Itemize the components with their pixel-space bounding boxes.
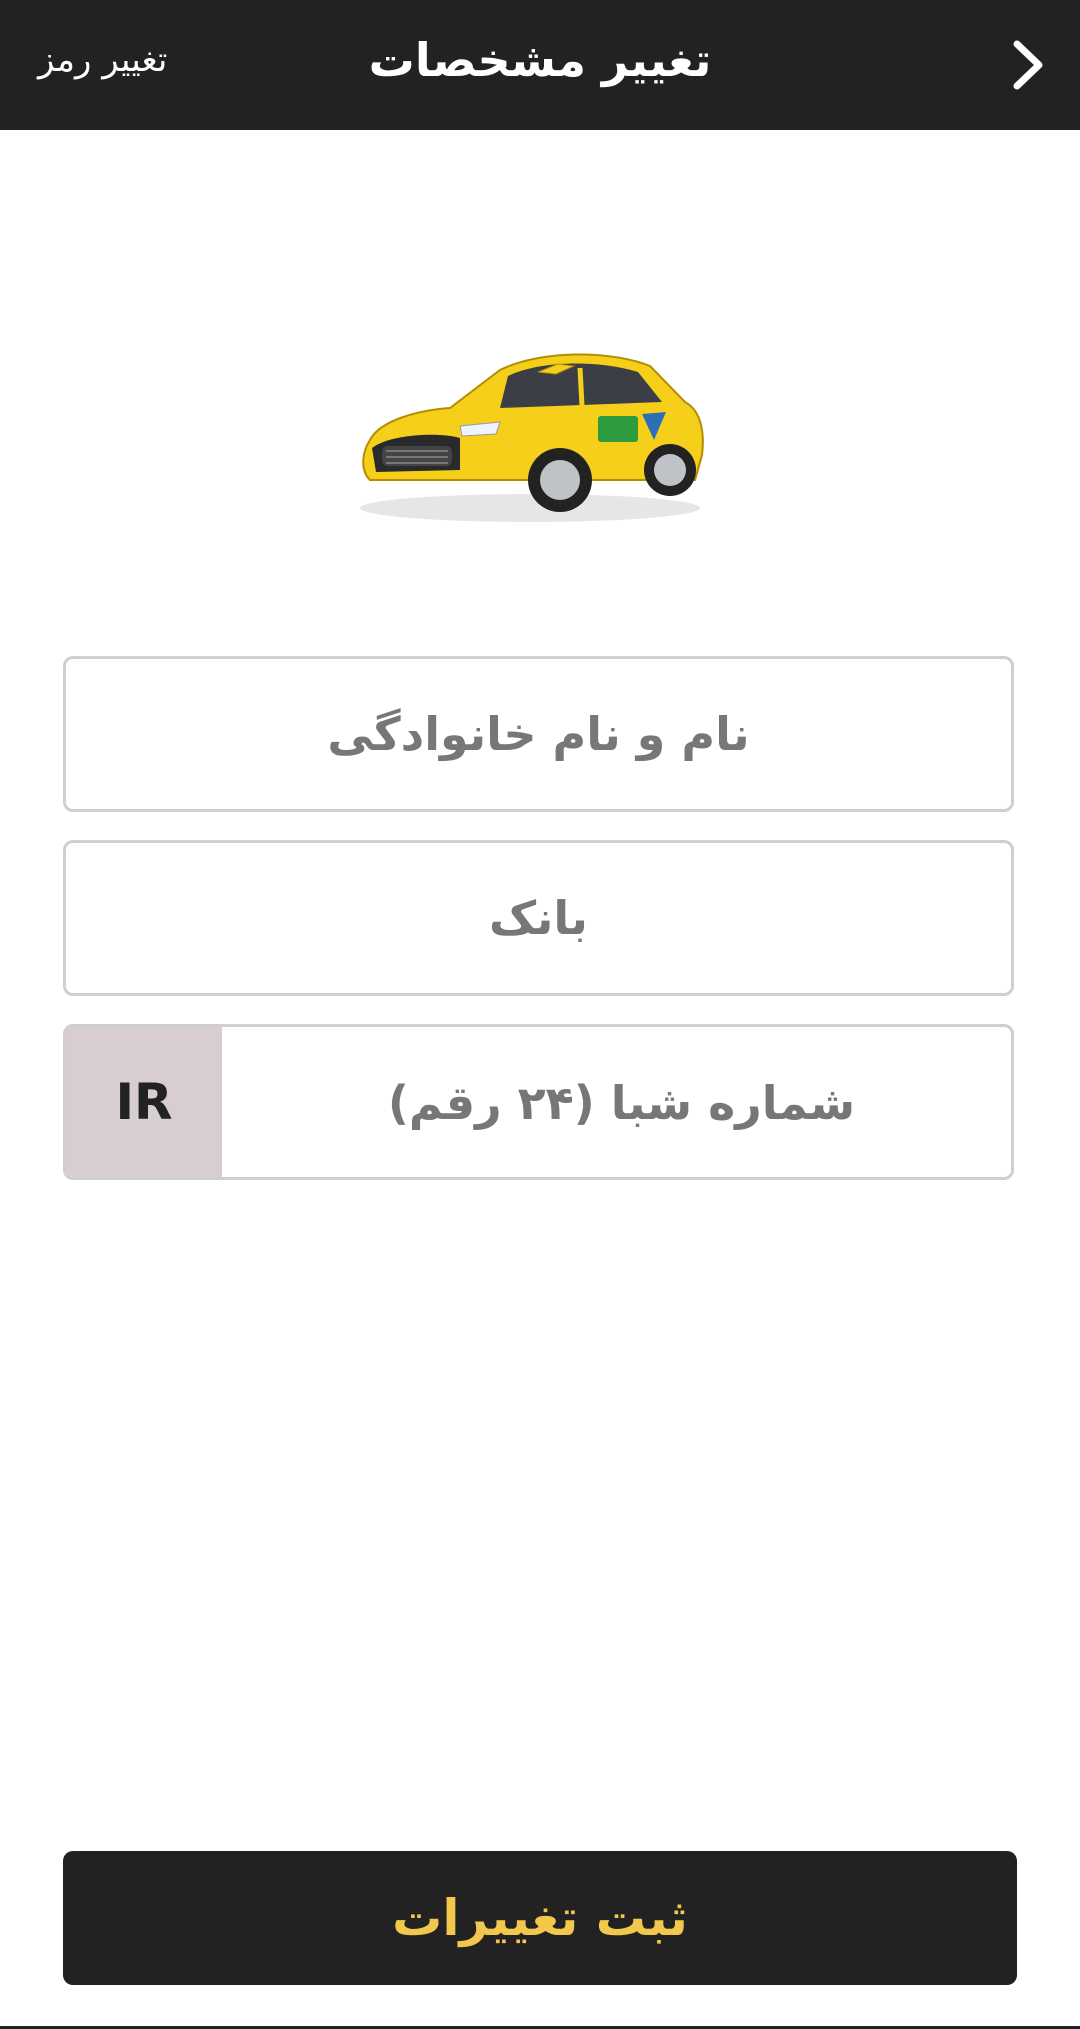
back-button[interactable] (998, 30, 1058, 100)
submit-changes-button[interactable]: ثبت تغییرات (63, 1851, 1017, 1985)
full-name-input[interactable] (66, 659, 1011, 809)
sheba-input[interactable] (222, 1027, 1011, 1177)
taxi-car-image (350, 330, 710, 530)
page-title: تغییر مشخصات (368, 33, 712, 87)
bank-field (63, 840, 1014, 996)
sheba-prefix: IR (66, 1027, 222, 1177)
chevron-right-icon (1013, 40, 1043, 90)
app-header: تغییر رمز تغییر مشخصات (0, 0, 1080, 130)
bank-input[interactable] (66, 843, 1011, 993)
full-name-field (63, 656, 1014, 812)
sheba-field: IR (63, 1024, 1014, 1180)
